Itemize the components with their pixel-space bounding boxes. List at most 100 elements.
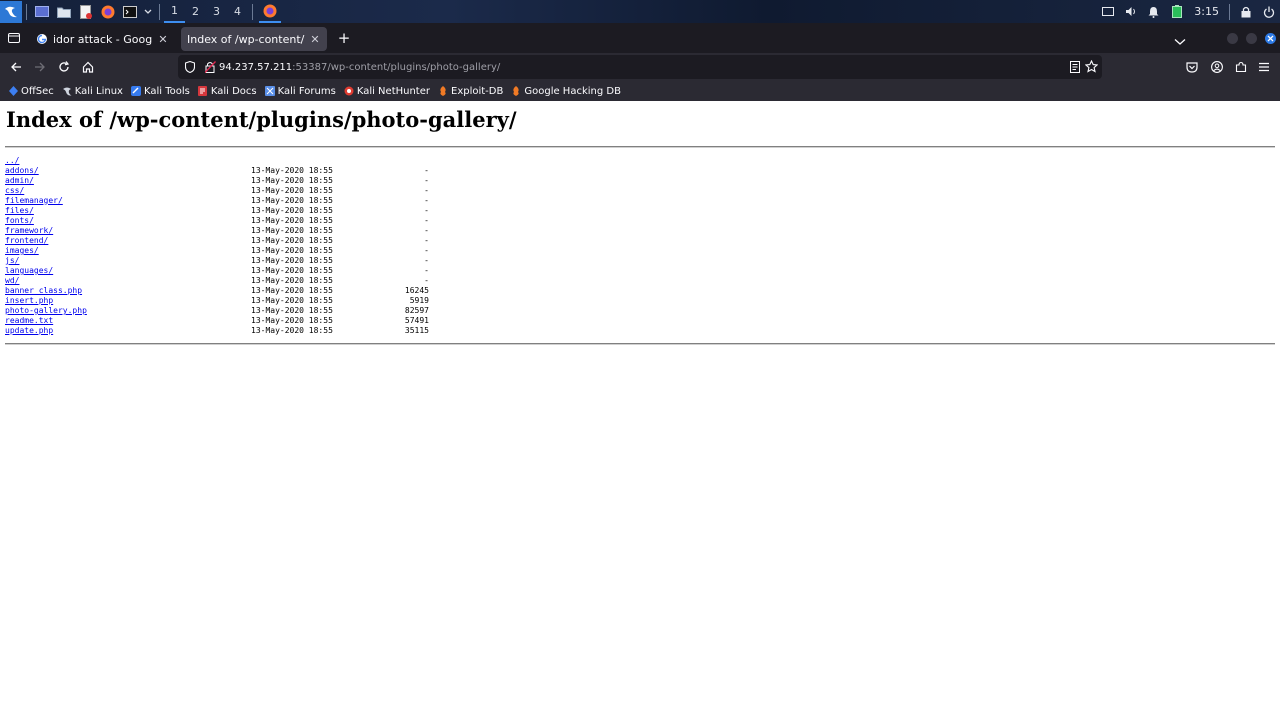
home-button[interactable]: [80, 59, 96, 75]
entry-link[interactable]: readme.txt: [5, 316, 53, 326]
workspace-2[interactable]: 2: [185, 0, 206, 23]
entry-link[interactable]: files/: [5, 206, 34, 216]
bookmark-kali-docs[interactable]: Kali Docs: [198, 86, 257, 97]
chevron-down-icon[interactable]: [141, 1, 155, 23]
bookmark-kali-nethunter[interactable]: Kali NetHunter: [344, 86, 430, 97]
volume-icon[interactable]: [1119, 1, 1142, 23]
tab-close-icon[interactable]: ✕: [157, 33, 169, 46]
tab-bar: idor attack - Google Search ✕ Index of /…: [0, 23, 1280, 53]
app-menu-button[interactable]: [1256, 59, 1272, 75]
entry-link[interactable]: filemanager/: [5, 196, 63, 206]
entry-link[interactable]: addons/: [5, 166, 39, 176]
firefox-icon: [263, 4, 277, 17]
extensions-button[interactable]: [1233, 59, 1249, 75]
bookmark-offsec[interactable]: OffSec: [8, 86, 54, 97]
clock[interactable]: 3:15: [1188, 5, 1225, 18]
entry-date: 13-May-2020 18:55: [251, 206, 333, 215]
url-bar[interactable]: 94.237.57.211:53387/wp-content/plugins/p…: [178, 55, 1102, 79]
tracking-protection-shield-icon[interactable]: [178, 61, 202, 73]
entry-size: -: [424, 166, 429, 175]
power-icon[interactable]: [1257, 1, 1280, 23]
hamburger-menu-icon: [1259, 62, 1269, 72]
entry-date: 13-May-2020 18:55: [251, 246, 333, 255]
entry-link[interactable]: framework/: [5, 226, 53, 236]
close-window-button[interactable]: [1265, 33, 1276, 44]
forward-button[interactable]: [32, 59, 48, 75]
listing-row: insert.php 13-May-2020 18:55 5919: [5, 296, 435, 306]
workspace-4[interactable]: 4: [227, 0, 248, 23]
notifications-icon[interactable]: [1142, 1, 1165, 23]
nethunter-icon: [344, 86, 354, 96]
arrow-right-icon: [35, 62, 45, 72]
entry-date: 13-May-2020 18:55: [251, 276, 333, 285]
new-tab-icon[interactable]: +: [336, 30, 352, 46]
kali-docs-icon: [198, 86, 208, 96]
listing-row-parent: ../: [5, 156, 435, 166]
entry-link[interactable]: admin/: [5, 176, 34, 186]
firefox-view-icon[interactable]: [6, 30, 22, 46]
tab-index-of[interactable]: Index of /wp-content/plugins/photo-galle…: [181, 27, 327, 51]
firefox-task-button[interactable]: [259, 0, 281, 23]
entry-date: 13-May-2020 18:55: [251, 216, 333, 225]
entry-size: 35115: [404, 326, 429, 335]
entry-date: 13-May-2020 18:55: [251, 166, 333, 175]
account-button[interactable]: [1209, 59, 1225, 75]
entry-size: -: [424, 226, 429, 235]
listing-row: images/13-May-2020 18:55 -: [5, 246, 435, 256]
listing-row: wd/13-May-2020 18:55 -: [5, 276, 435, 286]
parent-directory-link[interactable]: ../: [5, 156, 19, 166]
text-editor-icon[interactable]: [75, 1, 97, 23]
entry-size: -: [424, 246, 429, 255]
page-title: Index of /wp-content/plugins/photo-galle…: [6, 107, 517, 132]
show-desktop-icon[interactable]: [31, 1, 53, 23]
tab-close-icon[interactable]: ✕: [309, 33, 321, 46]
entry-link[interactable]: fonts/: [5, 216, 34, 226]
url-text[interactable]: 94.237.57.211:53387/wp-content/plugins/p…: [219, 62, 500, 73]
entry-link[interactable]: photo-gallery.php: [5, 306, 87, 316]
back-button[interactable]: [8, 59, 24, 75]
entry-link[interactable]: banner_class.php: [5, 286, 82, 296]
entry-link[interactable]: wd/: [5, 276, 19, 286]
kali-forums-icon: [264, 86, 275, 96]
entry-link[interactable]: insert.php: [5, 296, 53, 306]
insecure-lock-icon[interactable]: [202, 61, 219, 73]
bookmark-label: OffSec: [21, 85, 54, 97]
file-manager-icon[interactable]: [53, 1, 75, 23]
entry-link[interactable]: js/: [5, 256, 19, 266]
maximize-window-button[interactable]: [1246, 33, 1257, 44]
url-path: :53387/wp-content/plugins/photo-gallery/: [292, 61, 501, 73]
lock-screen-icon[interactable]: [1234, 1, 1257, 23]
pocket-button[interactable]: [1184, 59, 1200, 75]
account-icon: [1211, 61, 1223, 73]
entry-size: -: [424, 236, 429, 245]
entries-container: addons/13-May-2020 18:55 - admin/13-May-20…: [5, 166, 435, 336]
entry-link[interactable]: css/: [5, 186, 24, 196]
reader-view-icon[interactable]: [1070, 61, 1080, 76]
battery-icon[interactable]: [1165, 1, 1188, 23]
entry-link[interactable]: frontend/: [5, 236, 48, 246]
firefox-launcher-icon[interactable]: [97, 1, 119, 23]
minimize-window-button[interactable]: [1227, 33, 1238, 44]
close-icon: [1267, 35, 1274, 42]
directory-listing: ../ addons/13-May-2020 18:55 - admin/13-Ma…: [5, 156, 435, 336]
tab-list-chevron-icon[interactable]: [1174, 31, 1188, 45]
display-icon[interactable]: [1096, 1, 1119, 23]
bookmark-google-hacking-db[interactable]: Google Hacking DB: [511, 86, 621, 97]
workspace-3[interactable]: 3: [206, 0, 227, 23]
bookmark-exploit-db[interactable]: Exploit-DB: [438, 86, 503, 97]
terminal-icon[interactable]: [119, 1, 141, 23]
reload-button[interactable]: [56, 59, 72, 75]
listing-row: framework/13-May-2020 18:55 -: [5, 226, 435, 236]
bookmark-star-icon[interactable]: [1084, 59, 1099, 76]
workspace-1[interactable]: 1: [164, 0, 185, 23]
panel-separator: [1229, 3, 1230, 20]
bookmark-kali-forums[interactable]: Kali Forums: [264, 85, 336, 97]
entry-link[interactable]: update.php: [5, 326, 53, 336]
entry-link[interactable]: languages/: [5, 266, 53, 276]
tab-google-search[interactable]: idor attack - Google Search ✕: [30, 27, 175, 51]
bookmark-label: Kali Forums: [277, 85, 336, 97]
bookmark-kali-tools[interactable]: Kali Tools: [130, 86, 190, 97]
bookmark-kali-linux[interactable]: Kali Linux: [62, 86, 123, 97]
entry-link[interactable]: images/: [5, 246, 39, 256]
kali-menu-icon[interactable]: [0, 0, 22, 23]
